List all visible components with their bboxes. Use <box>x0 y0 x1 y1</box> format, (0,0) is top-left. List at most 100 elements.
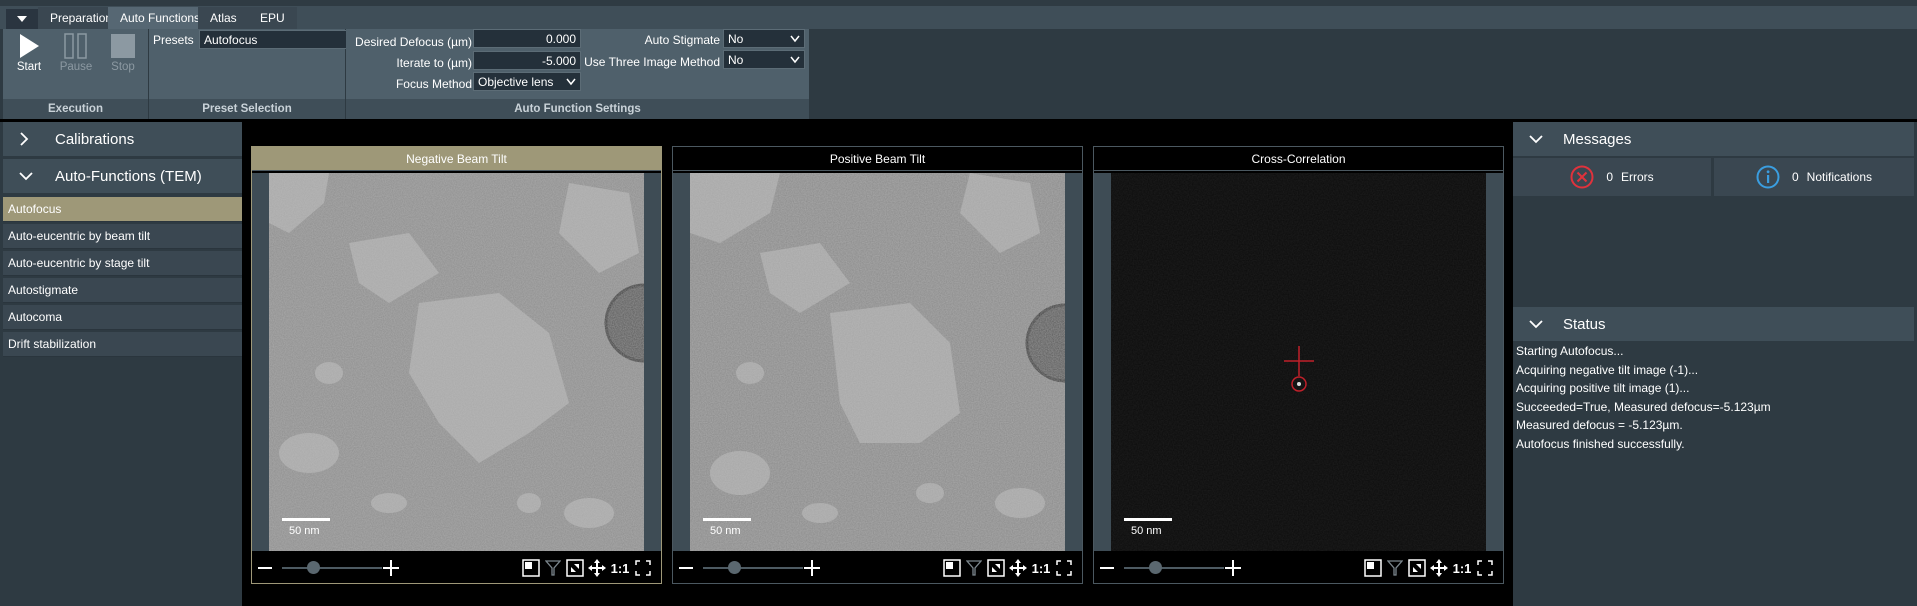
presets-value: Autofocus <box>204 32 258 47</box>
notifications-count: 0 <box>1791 170 1799 184</box>
move-icon <box>588 559 606 577</box>
status-line: Autofocus finished successfully. <box>1516 436 1685 451</box>
tab-atlas[interactable]: Atlas <box>198 7 249 29</box>
tab-bar: Preparation Auto Functions Atlas EPU <box>0 0 1917 29</box>
filter-button[interactable] <box>1384 557 1406 579</box>
errors-filter[interactable]: 0 Errors <box>1513 158 1711 196</box>
viewer-positive-beam-tilt[interactable]: Positive Beam Tilt 50 nm 1:1 <box>672 146 1083 584</box>
sidebar-item-autofocus[interactable]: Autofocus <box>3 197 242 222</box>
chevron-down-icon <box>790 35 800 43</box>
use-three-image-dropdown[interactable]: No <box>723 50 805 69</box>
status-line: Starting Autofocus... <box>1516 344 1624 358</box>
window-icon <box>522 559 540 577</box>
sidebar-item-auto-eucentric-beam-tilt[interactable]: Auto-eucentric by beam tilt <box>3 224 242 249</box>
iterate-to-input[interactable]: -5.000 <box>473 51 581 70</box>
zoom-in-button[interactable] <box>1222 557 1244 579</box>
fit-button[interactable] <box>564 557 586 579</box>
auto-function-settings-group-label: Auto Function Settings <box>346 99 809 119</box>
notifications-filter[interactable]: 0 Notifications <box>1714 158 1914 196</box>
status-line: Succeeded=True, Measured defocus=-5.123µ… <box>1516 399 1771 414</box>
focus-method-value: Objective lens <box>478 74 554 89</box>
sidebar-item-drift-stabilization[interactable]: Drift stabilization <box>3 332 242 357</box>
zoom-1to1-button[interactable]: 1:1 <box>609 557 631 579</box>
zoom-1to1-button[interactable]: 1:1 <box>1451 557 1473 579</box>
zoom-slider[interactable] <box>282 567 382 569</box>
micrograph-image[interactable]: 50 nm <box>252 173 661 551</box>
tab-menu-dropdown[interactable] <box>6 9 38 29</box>
pause-button[interactable]: Pause <box>56 33 96 73</box>
sidebar-item-auto-eucentric-stage-tilt[interactable]: Auto-eucentric by stage tilt <box>3 251 242 276</box>
filter-icon <box>545 560 561 576</box>
message-summary: 0 Errors 0 Notifications <box>1513 158 1914 196</box>
overlay-button[interactable] <box>520 557 542 579</box>
focus-method-label: Focus Method <box>395 77 472 91</box>
fit-to-window-icon <box>566 559 584 577</box>
fit-to-window-icon <box>987 559 1005 577</box>
fit-to-window-icon <box>1408 559 1426 577</box>
plus-icon <box>804 560 820 576</box>
stop-button[interactable]: Stop <box>103 33 143 73</box>
calibrations-header[interactable]: Calibrations <box>3 122 242 156</box>
auto-stigmate-dropdown[interactable]: No <box>723 29 805 48</box>
viewer-title: Negative Beam Tilt <box>252 147 661 171</box>
fullscreen-button[interactable] <box>1053 557 1075 579</box>
desired-defocus-input[interactable]: 0.000 <box>473 29 581 48</box>
messages-header[interactable]: Messages <box>1513 122 1914 156</box>
errors-label: Errors <box>1621 170 1654 184</box>
zoom-slider-handle[interactable] <box>1149 561 1162 574</box>
pan-button[interactable] <box>586 557 608 579</box>
fullscreen-icon <box>635 560 651 576</box>
status-header[interactable]: Status <box>1513 307 1914 341</box>
auto-stigmate-value: No <box>728 31 744 46</box>
use-three-image-value: No <box>728 52 744 67</box>
correlation-image[interactable]: 50 nm <box>1094 173 1503 551</box>
chevron-down-icon <box>19 171 41 181</box>
zoom-out-button[interactable] <box>254 557 276 579</box>
tab-auto-functions[interactable]: Auto Functions <box>108 7 213 29</box>
autofunctions-header[interactable]: Auto-Functions (TEM) <box>3 159 242 193</box>
zoom-slider[interactable] <box>703 567 803 569</box>
right-panel: Messages 0 Errors 0 Notifications Status… <box>1513 122 1917 606</box>
pan-button[interactable] <box>1428 557 1450 579</box>
execution-group: Start Pause Stop Execution <box>3 29 148 119</box>
zoom-in-button[interactable] <box>801 557 823 579</box>
tab-epu[interactable]: EPU <box>248 7 297 29</box>
micrograph-image[interactable]: 50 nm <box>673 173 1082 551</box>
zoom-in-button[interactable] <box>380 557 402 579</box>
fit-button[interactable] <box>1406 557 1428 579</box>
status-line: Measured defocus = -5.123µm. <box>1516 418 1683 432</box>
viewer-negative-beam-tilt[interactable]: Negative Beam Tilt 50 nm 1:1 <box>251 146 662 584</box>
sidebar-item-autocoma[interactable]: Autocoma <box>3 305 242 330</box>
chevron-down-icon <box>566 78 576 86</box>
zoom-out-button[interactable] <box>1096 557 1118 579</box>
minus-icon <box>258 567 272 569</box>
zoom-slider-handle[interactable] <box>728 561 741 574</box>
fit-button[interactable] <box>985 557 1007 579</box>
fullscreen-button[interactable] <box>1474 557 1496 579</box>
pan-button[interactable] <box>1007 557 1029 579</box>
chevron-down-icon <box>790 56 800 64</box>
move-icon <box>1430 559 1448 577</box>
auto-stigmate-label: Auto Stigmate <box>644 33 720 47</box>
zoom-1to1-button[interactable]: 1:1 <box>1030 557 1052 579</box>
status-line: Acquiring positive tilt image (1)... <box>1516 381 1690 395</box>
fullscreen-button[interactable] <box>632 557 654 579</box>
auto-function-settings-group: Desired Defocus (µm) 0.000 Iterate to (µ… <box>346 29 809 119</box>
overlay-button[interactable] <box>941 557 963 579</box>
focus-method-dropdown[interactable]: Objective lens <box>473 72 581 91</box>
zoom-out-button[interactable] <box>675 557 697 579</box>
overlay-button[interactable] <box>1362 557 1384 579</box>
play-icon <box>20 34 39 58</box>
start-button[interactable]: Start <box>9 33 49 73</box>
viewer-cross-correlation[interactable]: Cross-Correlation 50 nm 1:1 <box>1093 146 1504 584</box>
filter-button[interactable] <box>542 557 564 579</box>
sidebar-item-autostigmate[interactable]: Autostigmate <box>3 278 242 303</box>
chevron-down-icon <box>1529 134 1543 144</box>
viewer-toolbar: 1:1 <box>252 553 661 583</box>
filter-button[interactable] <box>963 557 985 579</box>
preset-selection-group: Presets Autofocus Preset Selection <box>149 29 391 119</box>
zoom-slider-handle[interactable] <box>307 561 320 574</box>
zoom-slider[interactable] <box>1124 567 1224 569</box>
cross-correlation-map <box>1111 173 1486 551</box>
ribbon: Start Pause Stop Execution Presets Autof… <box>0 29 1917 119</box>
